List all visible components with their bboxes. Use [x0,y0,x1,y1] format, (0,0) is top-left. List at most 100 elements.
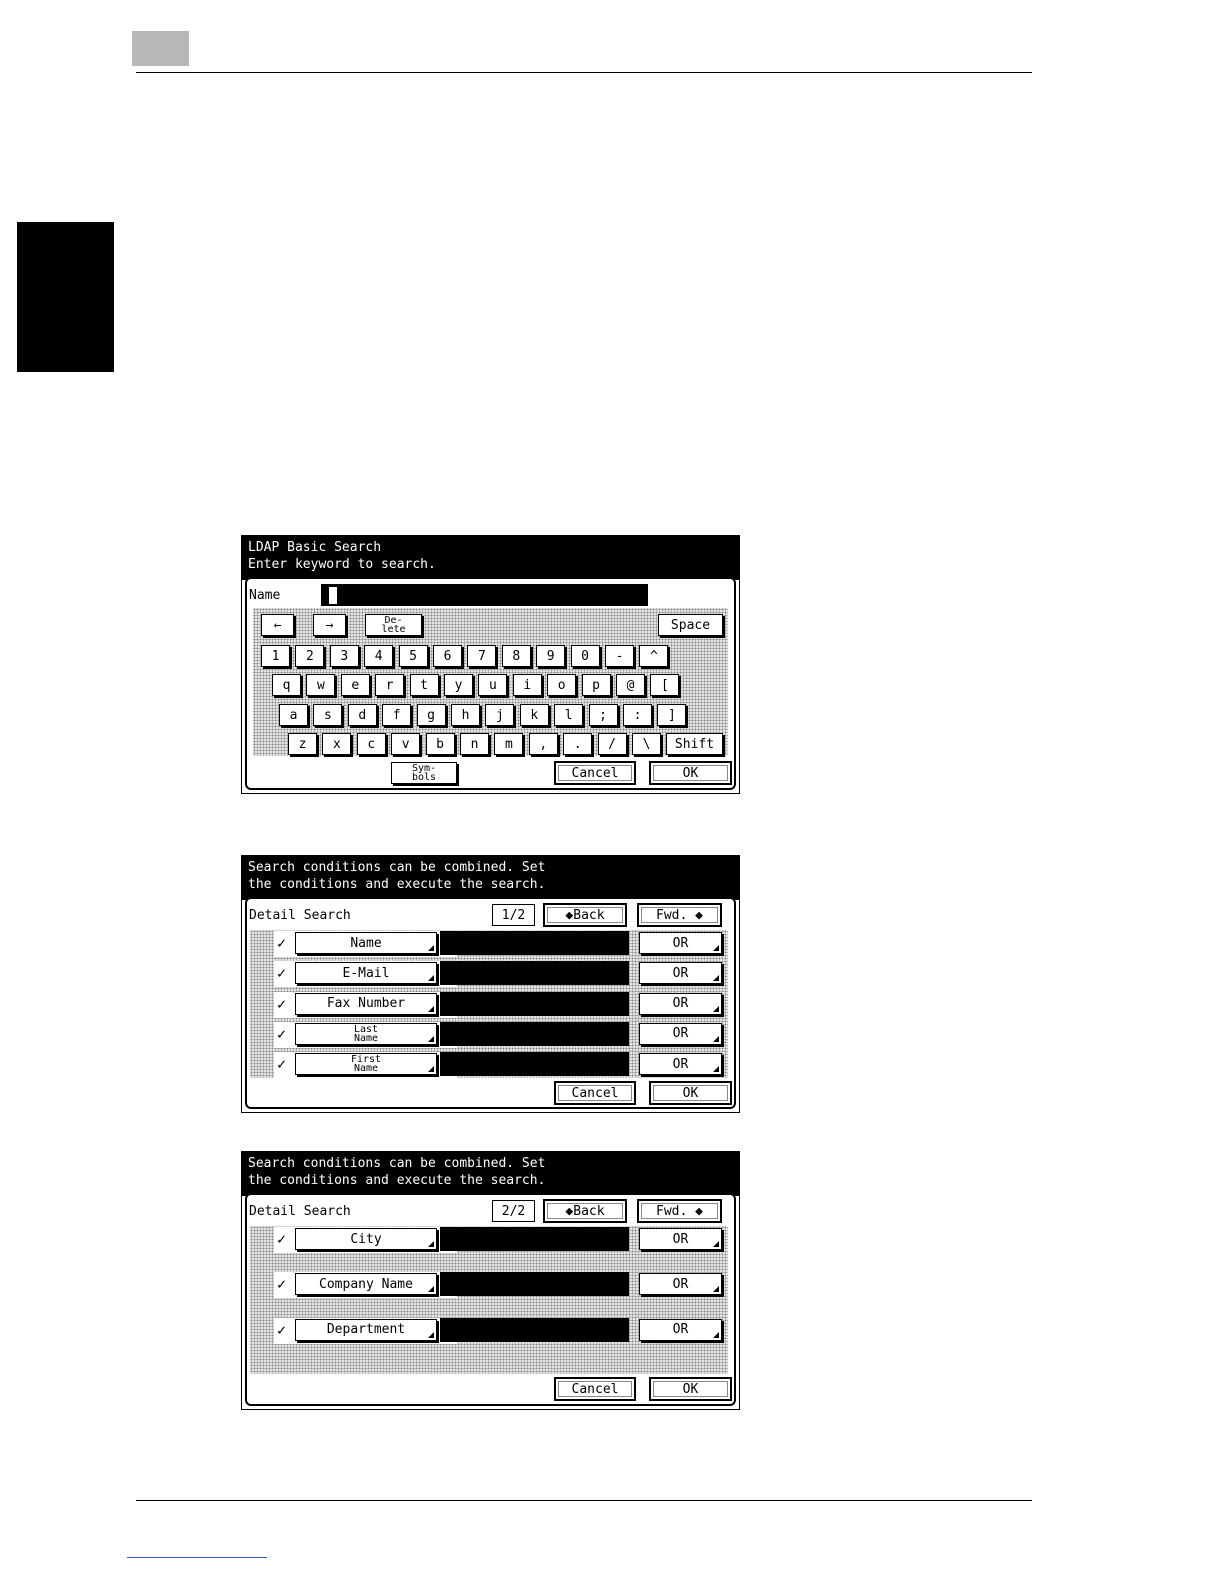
key-button[interactable]: 4 [364,645,394,667]
key-button[interactable]: 2 [295,645,325,667]
footer-link [127,1557,267,1558]
checkmark-icon[interactable]: ✓ [277,934,286,952]
key-button[interactable]: \ [632,733,661,755]
checkmark-icon[interactable]: ✓ [277,1025,286,1043]
key-button[interactable]: 0 [570,645,600,667]
checkmark-icon[interactable]: ✓ [277,1275,286,1293]
key-button[interactable]: n [460,733,489,755]
key-button[interactable]: 9 [536,645,566,667]
condition-input[interactable] [440,1317,629,1342]
back-button[interactable]: ◆Back [543,903,627,927]
detail-search-screen-1: Search conditions can be combined. Set t… [241,855,740,1113]
key-button[interactable]: d [347,704,377,726]
key-button[interactable]: o [547,674,577,696]
operator-button[interactable]: OR [639,1022,722,1045]
key-button[interactable]: i [512,674,542,696]
condition-input[interactable] [440,1021,629,1046]
key-button[interactable]: u [478,674,508,696]
operator-button[interactable]: OR [639,932,722,954]
key-button[interactable]: e [340,674,370,696]
condition-input[interactable] [440,961,629,986]
condition-input[interactable] [440,1052,629,1077]
key-button[interactable]: c [356,733,386,755]
key-button[interactable]: h [451,704,480,726]
key-button[interactable]: r [375,674,405,696]
key-button[interactable]: x [322,733,352,755]
key-button[interactable]: 3 [329,645,359,667]
field-select-button[interactable]: First Name [295,1053,437,1076]
key-button[interactable]: k [519,704,549,726]
checkmark-icon[interactable]: ✓ [277,964,286,982]
key-button[interactable]: v [391,733,421,755]
field-select-button[interactable]: Department [295,1318,437,1341]
key-button[interactable]: s [313,704,343,726]
key-button[interactable]: p [581,674,611,696]
key-button[interactable]: y [444,674,473,696]
keyword-input[interactable] [321,584,648,606]
key-button[interactable]: : [623,704,652,726]
key-button[interactable]: / [597,733,627,755]
cursor-left-button[interactable]: ← [261,614,294,636]
cancel-button[interactable]: Cancel [554,1081,636,1105]
checkmark-icon[interactable]: ✓ [277,1230,286,1248]
forward-button[interactable]: Fwd. ◆ [637,1199,722,1223]
field-select-button[interactable]: Name [295,932,437,954]
key-button[interactable]: g [416,704,446,726]
key-button[interactable]: 5 [398,645,428,667]
checkmark-icon[interactable]: ✓ [277,1321,286,1339]
field-select-button[interactable]: E-Mail [295,962,437,985]
key-button[interactable]: a [279,704,308,726]
operator-button[interactable]: OR [639,1318,722,1341]
key-button[interactable]: q [272,674,301,696]
key-button[interactable]: [ [650,674,680,696]
field-select-button[interactable]: Fax Number [295,992,437,1015]
key-button[interactable]: . [563,733,593,755]
key-button[interactable]: 6 [433,645,462,667]
key-button[interactable]: ^ [639,645,669,667]
key-button[interactable]: ; [588,704,618,726]
cursor-right-button[interactable]: → [313,614,346,636]
ok-button[interactable]: OK [649,1377,732,1401]
field-select-button[interactable]: Last Name [295,1022,437,1045]
delete-button[interactable]: De- lete [365,614,422,636]
key-button[interactable]: z [288,733,317,755]
symbols-button[interactable]: Sym- bols [391,762,457,784]
key-button[interactable]: 8 [501,645,531,667]
cancel-button[interactable]: Cancel [554,761,636,785]
field-select-button[interactable]: Company Name [295,1273,437,1296]
key-button[interactable]: t [409,674,439,696]
operator-button[interactable]: OR [639,1228,722,1250]
key-button[interactable]: j [485,704,515,726]
checkmark-icon[interactable]: ✓ [277,995,286,1013]
ok-button[interactable]: OK [649,761,732,785]
condition-input[interactable] [440,1227,629,1251]
forward-button[interactable]: Fwd. ◆ [637,903,722,927]
operator-button[interactable]: OR [639,992,722,1015]
ok-button[interactable]: OK [649,1081,732,1105]
key-button[interactable]: - [605,645,634,667]
condition-input[interactable] [440,1272,629,1297]
key-button[interactable]: b [425,733,455,755]
key-button[interactable]: ] [657,704,687,726]
key-button[interactable]: 1 [261,645,290,667]
key-button[interactable]: 7 [467,645,497,667]
cancel-button[interactable]: Cancel [554,1377,636,1401]
operator-button[interactable]: OR [639,962,722,985]
operator-button[interactable]: OR [639,1053,722,1076]
back-button[interactable]: ◆Back [543,1199,627,1223]
checkmark-icon[interactable]: ✓ [277,1055,286,1073]
condition-input[interactable] [440,931,629,955]
shift-button[interactable]: Shift [666,733,723,755]
detail-search-title: Detail Search [249,1204,351,1219]
key-button[interactable]: m [494,733,524,755]
condition-input[interactable] [440,991,629,1016]
key-button[interactable]: , [528,733,558,755]
key-button[interactable]: w [306,674,336,696]
operator-button[interactable]: OR [639,1273,722,1296]
key-button[interactable]: f [382,704,412,726]
key-button[interactable]: @ [616,674,645,696]
footer-rule [136,1500,1032,1501]
space-button[interactable]: Space [658,614,723,636]
key-button[interactable]: l [554,704,584,726]
field-select-button[interactable]: City [295,1228,437,1250]
